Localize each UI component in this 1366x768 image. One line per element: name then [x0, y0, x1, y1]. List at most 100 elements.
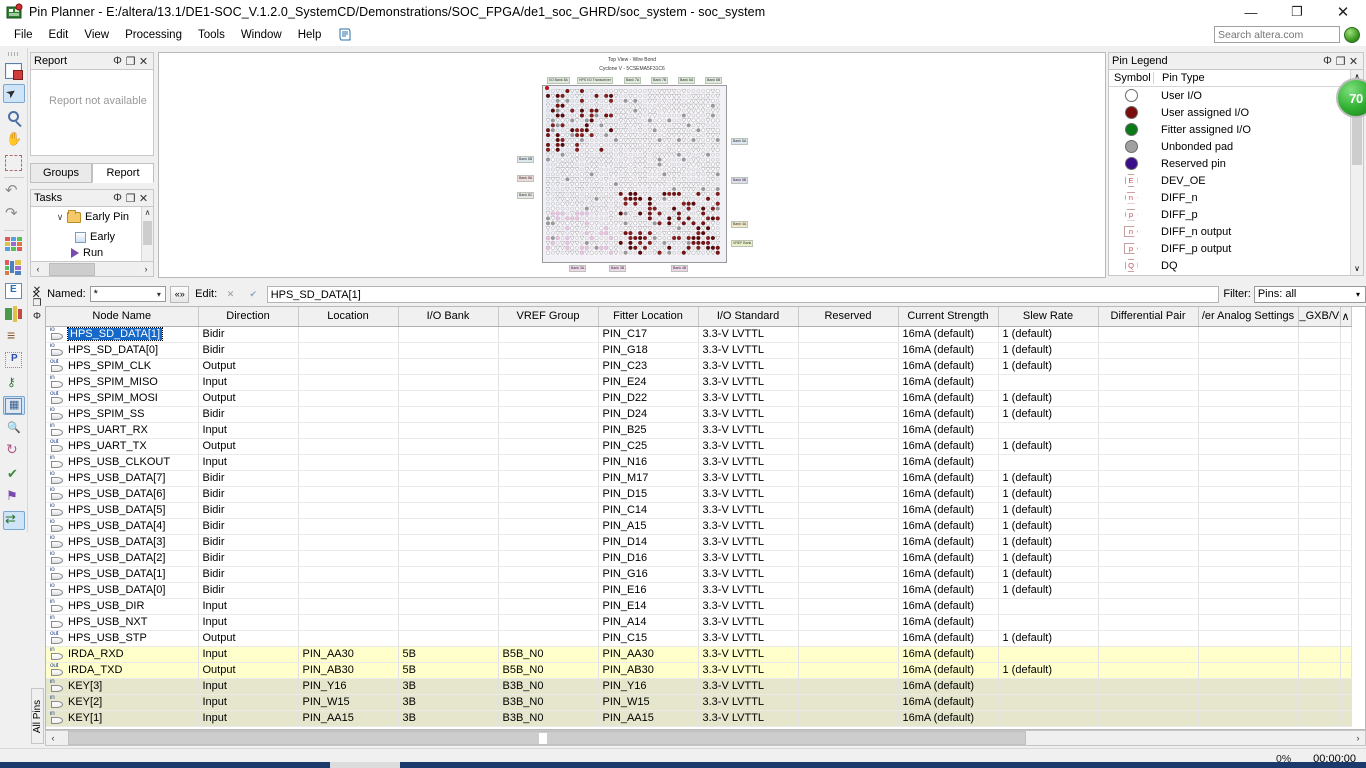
cell-node-name[interactable]: io HPS_USB_DATA[6]: [46, 486, 199, 503]
package-view[interactable]: Top View - Wire Bond Cyclone V - 5CSEMA5…: [158, 52, 1106, 278]
cell-diff[interactable]: [1098, 710, 1199, 727]
cell-slew[interactable]: [998, 614, 1099, 631]
cell-vref[interactable]: [498, 550, 599, 567]
cell-res[interactable]: [798, 390, 899, 407]
column-header-node-name[interactable]: Node Name: [46, 307, 199, 327]
cell-loc[interactable]: [298, 358, 399, 375]
cell-node-name[interactable]: out HPS_SPIM_CLK: [46, 358, 199, 375]
cell-diff[interactable]: [1098, 390, 1199, 407]
cell-fitter[interactable]: PIN_G18: [598, 342, 699, 359]
cell-dir[interactable]: Bidir: [198, 582, 299, 599]
column-header-i-o-bank[interactable]: I/O Bank: [398, 307, 499, 327]
cell-analog[interactable]: [1198, 566, 1299, 583]
cell-vref[interactable]: B3B_N0: [498, 678, 599, 695]
cell-slew[interactable]: [998, 422, 1099, 439]
cell-cur[interactable]: 16mA (default): [898, 694, 999, 711]
cell-bank[interactable]: 3B: [398, 678, 499, 695]
cell-vref[interactable]: [498, 454, 599, 471]
cell-gxb[interactable]: [1298, 326, 1341, 343]
cell-cur[interactable]: 16mA (default): [898, 406, 999, 423]
cell-loc[interactable]: [298, 582, 399, 599]
cell-gxb[interactable]: [1298, 566, 1341, 583]
close-icon[interactable]: ✕: [1347, 55, 1360, 68]
column-header-current-strength[interactable]: Current Strength: [898, 307, 999, 327]
cell-dir[interactable]: Bidir: [198, 470, 299, 487]
cell-bank[interactable]: [398, 470, 499, 487]
cell-bank[interactable]: 5B: [398, 662, 499, 679]
die-pin-grid[interactable]: [542, 85, 727, 263]
cell-dir[interactable]: Output: [198, 390, 299, 407]
cell-loc[interactable]: [298, 630, 399, 647]
menu-help[interactable]: Help: [290, 27, 330, 43]
cell-dir[interactable]: Bidir: [198, 326, 299, 343]
zoom-icon[interactable]: [3, 107, 25, 126]
find-pin-icon[interactable]: [3, 419, 25, 438]
flag-io-icon[interactable]: [3, 488, 25, 507]
cell-cur[interactable]: 16mA (default): [898, 662, 999, 679]
cell-std[interactable]: 3.3-V LVTTL: [698, 470, 799, 487]
cell-loc[interactable]: [298, 534, 399, 551]
cell-bank[interactable]: [398, 390, 499, 407]
cell-fitter[interactable]: PIN_N16: [598, 454, 699, 471]
cell-std[interactable]: 3.3-V LVTTL: [698, 390, 799, 407]
cell-vref[interactable]: [498, 358, 599, 375]
column-header-reserved[interactable]: Reserved: [798, 307, 899, 327]
cell-dir[interactable]: Input: [198, 374, 299, 391]
toolbar-grip[interactable]: [7, 52, 20, 57]
cell-loc[interactable]: [298, 502, 399, 519]
cell-diff[interactable]: [1098, 422, 1199, 439]
cell-diff[interactable]: [1098, 326, 1199, 343]
cell-cur[interactable]: 16mA (default): [898, 470, 999, 487]
cell-cur[interactable]: 16mA (default): [898, 390, 999, 407]
cell-fitter[interactable]: PIN_D16: [598, 550, 699, 567]
column-header-gxb-vcc[interactable]: _GXB/VCC: [1298, 307, 1341, 327]
pin-icon[interactable]: Φ: [33, 310, 41, 323]
table-row[interactable]: out HPS_SPIM_CLK Output PIN_C23 3.3-V LVTTL 1…: [46, 358, 1352, 375]
pin-table[interactable]: Node Name Direction Location I/O Bank VREF G…: [45, 306, 1366, 730]
cell-res[interactable]: [798, 550, 899, 567]
cell-vref[interactable]: [498, 582, 599, 599]
cell-fitter[interactable]: PIN_E24: [598, 374, 699, 391]
table-row[interactable]: in HPS_UART_RX Input PIN_B25 3.3-V LVTTL 16mA…: [46, 422, 1352, 439]
cell-res[interactable]: [798, 438, 899, 455]
select-arrow-icon[interactable]: [2, 84, 25, 104]
menu-processing[interactable]: Processing: [117, 27, 190, 43]
cell-loc[interactable]: [298, 390, 399, 407]
cell-node-name[interactable]: io HPS_SPIM_SS: [46, 406, 199, 423]
cell-res[interactable]: [798, 694, 899, 711]
cell-res[interactable]: [798, 582, 899, 599]
cell-gxb[interactable]: [1298, 358, 1341, 375]
cell-node-name[interactable]: out HPS_UART_TX: [46, 438, 199, 455]
scroll-right-icon[interactable]: ›: [139, 264, 153, 274]
cell-fitter[interactable]: PIN_C15: [598, 630, 699, 647]
cell-fitter[interactable]: PIN_M17: [598, 470, 699, 487]
cell-node-name[interactable]: io HPS_USB_DATA[3]: [46, 534, 199, 551]
cell-vref[interactable]: [498, 518, 599, 535]
cell-analog[interactable]: [1198, 470, 1299, 487]
package-canvas[interactable]: Top View - Wire Bond Cyclone V - 5CSEMA5…: [159, 53, 1105, 277]
cell-loc[interactable]: [298, 454, 399, 471]
cell-diff[interactable]: [1098, 694, 1199, 711]
table-row[interactable]: out HPS_USB_STP Output PIN_C15 3.3-V LVTTL 16…: [46, 630, 1352, 647]
cell-fitter[interactable]: PIN_D15: [598, 486, 699, 503]
cell-gxb[interactable]: [1298, 454, 1341, 471]
cell-dir[interactable]: Output: [198, 438, 299, 455]
cell-loc[interactable]: [298, 550, 399, 567]
search-input[interactable]: [1214, 26, 1340, 43]
scroll-thumb[interactable]: [68, 731, 1026, 745]
cell-slew[interactable]: [998, 694, 1099, 711]
cell-loc[interactable]: [298, 422, 399, 439]
cell-std[interactable]: 3.3-V LVTTL: [698, 454, 799, 471]
cell-analog[interactable]: [1198, 598, 1299, 615]
pin-properties-icon[interactable]: [3, 350, 25, 369]
cell-bank[interactable]: [398, 358, 499, 375]
cell-bank[interactable]: [398, 438, 499, 455]
cell-diff[interactable]: [1098, 438, 1199, 455]
cell-cur[interactable]: 16mA (default): [898, 550, 999, 567]
cell-loc[interactable]: PIN_Y16: [298, 678, 399, 695]
cell-diff[interactable]: [1098, 678, 1199, 695]
cancel-edit-icon[interactable]: ✕: [221, 286, 240, 303]
table-row[interactable]: io HPS_USB_DATA[4] Bidir PIN_A15 3.3-V LVTTL…: [46, 518, 1352, 535]
cell-gxb[interactable]: [1298, 374, 1341, 391]
pin-icon[interactable]: Φ: [111, 192, 124, 204]
